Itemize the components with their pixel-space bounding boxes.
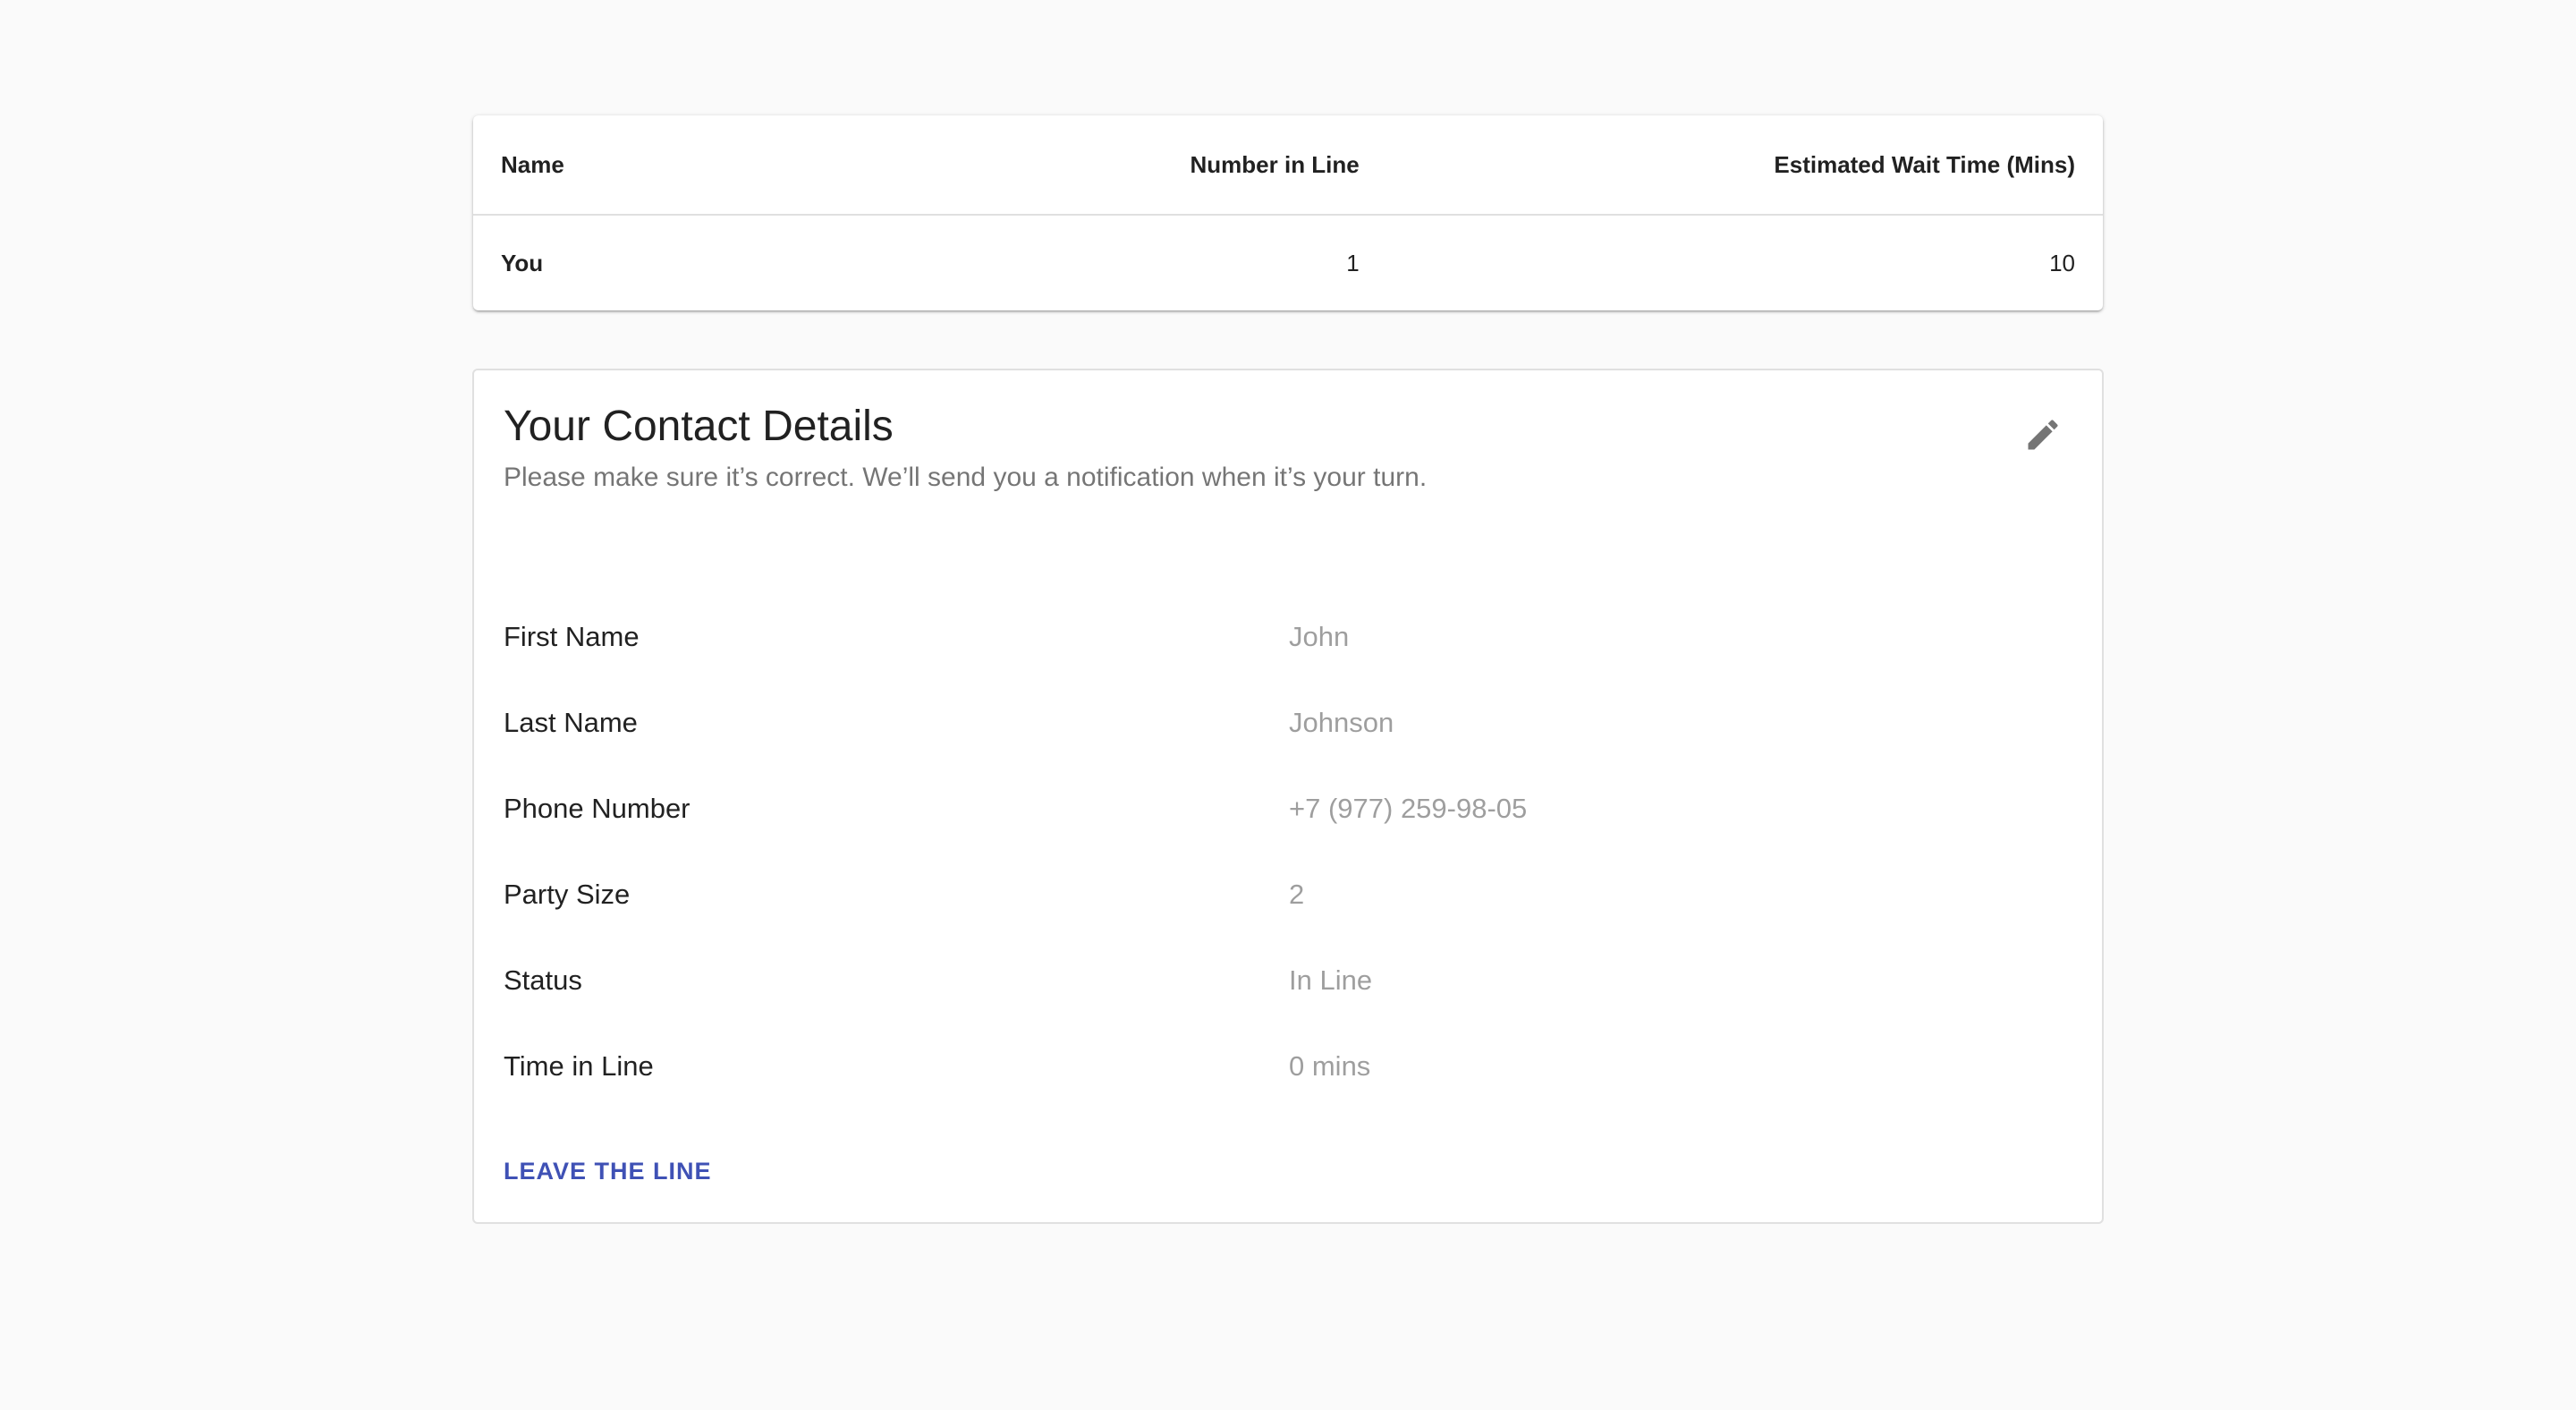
leave-the-line-button[interactable]: LEAVE THE LINE [504, 1158, 712, 1185]
card-subtitle: Please make sure it’s correct. We’ll sen… [504, 463, 1428, 492]
details-list: First Name John Last Name Johnson Phone … [504, 594, 2072, 1109]
detail-value: +7 (977) 259-98-05 [1289, 793, 1528, 824]
detail-label: Status [504, 964, 582, 996]
detail-row-phone-number: Phone Number +7 (977) 259-98-05 [504, 766, 2072, 852]
row-number-in-line: 1 [1346, 249, 1360, 276]
detail-row-last-name: Last Name Johnson [504, 680, 2072, 766]
table-row: You 1 10 [473, 215, 2103, 310]
table-header-row: Name Number in Line Estimated Wait Time … [473, 115, 2103, 216]
queue-table-card: Name Number in Line Estimated Wait Time … [473, 115, 2103, 310]
detail-value: 0 mins [1289, 1050, 1371, 1082]
detail-value: In Line [1289, 964, 1373, 996]
detail-row-time-in-line: Time in Line 0 mins [504, 1024, 2072, 1109]
edit-button[interactable] [2014, 406, 2072, 463]
detail-value: 2 [1289, 879, 1305, 910]
detail-value: John [1289, 621, 1350, 652]
row-estimated-wait: 10 [2049, 249, 2075, 276]
card-title: Your Contact Details [504, 403, 894, 450]
detail-row-status: Status In Line [504, 938, 2072, 1024]
pencil-icon [2028, 420, 2058, 450]
detail-label: Last Name [504, 707, 638, 738]
detail-row-first-name: First Name John [504, 594, 2072, 680]
row-name: You [501, 249, 544, 276]
header-number-in-line: Number in Line [1026, 115, 1387, 216]
queue-table: Name Number in Line Estimated Wait Time … [473, 115, 2103, 310]
header-name: Name [473, 115, 1027, 216]
detail-row-party-size: Party Size 2 [504, 852, 2072, 938]
detail-label: Phone Number [504, 793, 691, 824]
detail-value: Johnson [1289, 707, 1394, 738]
header-estimated-wait: Estimated Wait Time (Mins) [1386, 115, 2103, 216]
detail-label: First Name [504, 621, 640, 652]
detail-label: Party Size [504, 879, 631, 910]
detail-label: Time in Line [504, 1050, 654, 1082]
contact-details-card: Your Contact Details Please make sure it… [472, 369, 2104, 1224]
